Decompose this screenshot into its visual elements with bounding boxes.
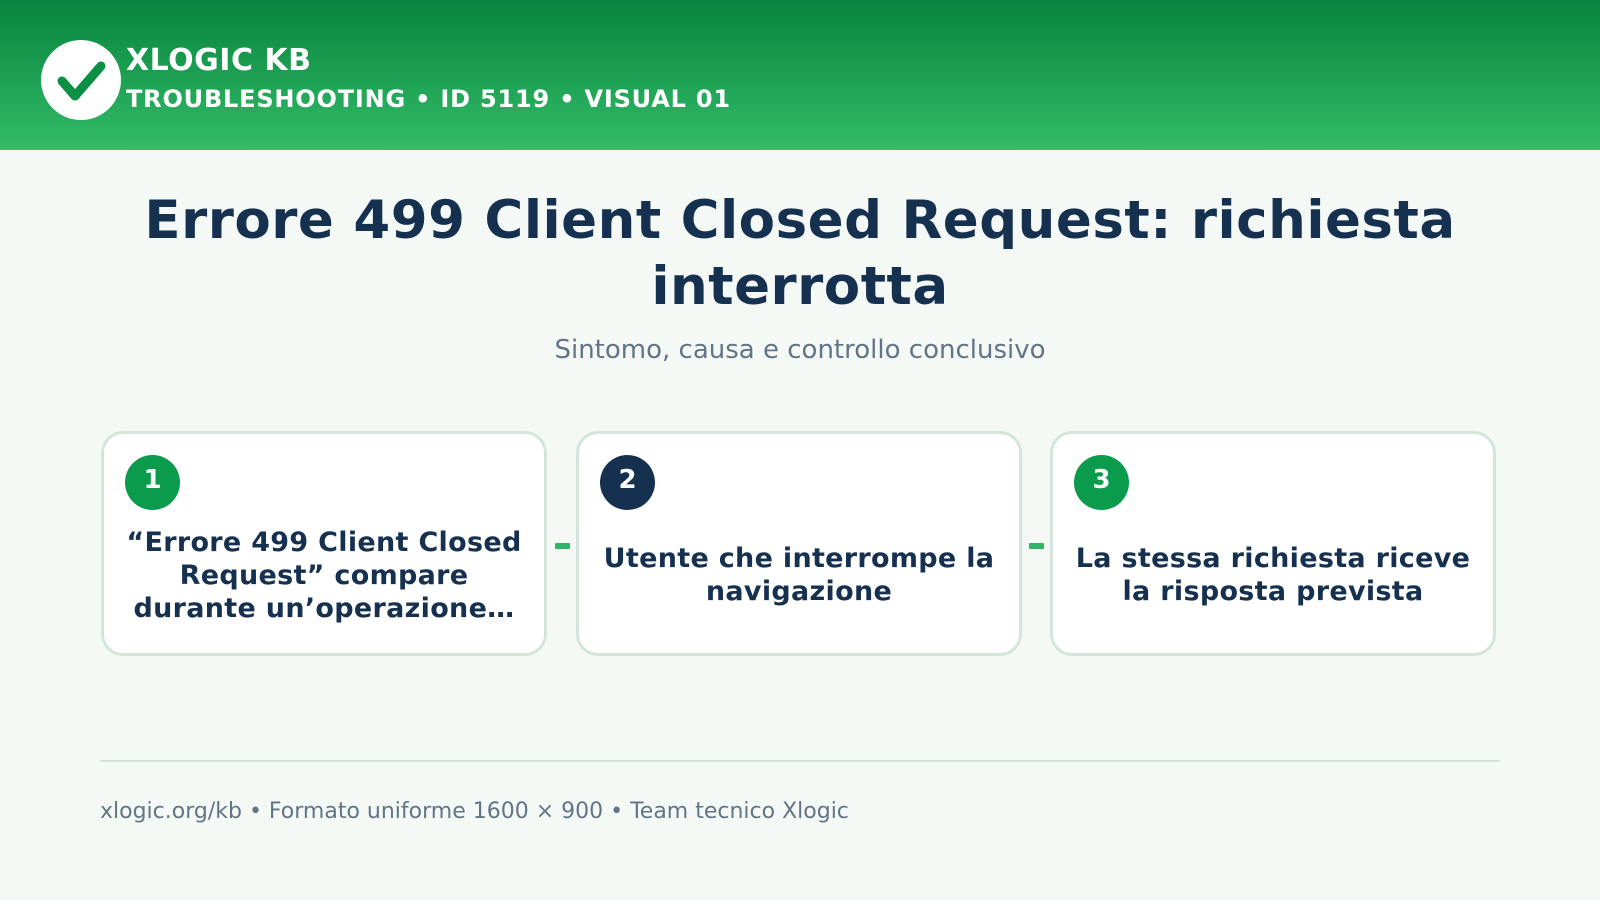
footer-text: xlogic.org/kb • Formato uniforme 1600 × … [100, 799, 849, 824]
step-number-badge: 1 [125, 455, 180, 510]
step-text: Utente che interrompe la navigazione [603, 543, 995, 607]
step-text: La stessa richiesta riceve la risposta p… [1075, 543, 1471, 607]
step-text: “Errore 499 Client Closed Request” compa… [126, 526, 522, 624]
page-subtitle: Sintomo, causa e controllo conclusivo [554, 335, 1046, 365]
checkmark-icon [57, 61, 106, 101]
page-title: Errore 499 Client Closed Request: richie… [144, 190, 1456, 317]
step-number-badge: 2 [600, 455, 655, 510]
page: XLOGIC KB TROUBLESHOOTING • ID 5119 • VI… [0, 0, 1600, 900]
brand-title: XLOGIC KB [126, 43, 312, 78]
logo [41, 40, 121, 120]
step-number-badge: 3 [1074, 455, 1129, 510]
step-connector [1029, 543, 1044, 549]
brand-subtitle: TROUBLESHOOTING • ID 5119 • VISUAL 01 [126, 85, 731, 113]
step-card-1: 1 “Errore 499 Client Closed Request” com… [101, 431, 547, 656]
header-banner: XLOGIC KB TROUBLESHOOTING • ID 5119 • VI… [0, 0, 1600, 150]
footer-divider [100, 760, 1500, 762]
step-card-2: 2 Utente che interrompe la navigazione [576, 431, 1022, 656]
step-card-3: 3 La stessa richiesta riceve la risposta… [1050, 431, 1496, 656]
step-connector [555, 543, 570, 549]
